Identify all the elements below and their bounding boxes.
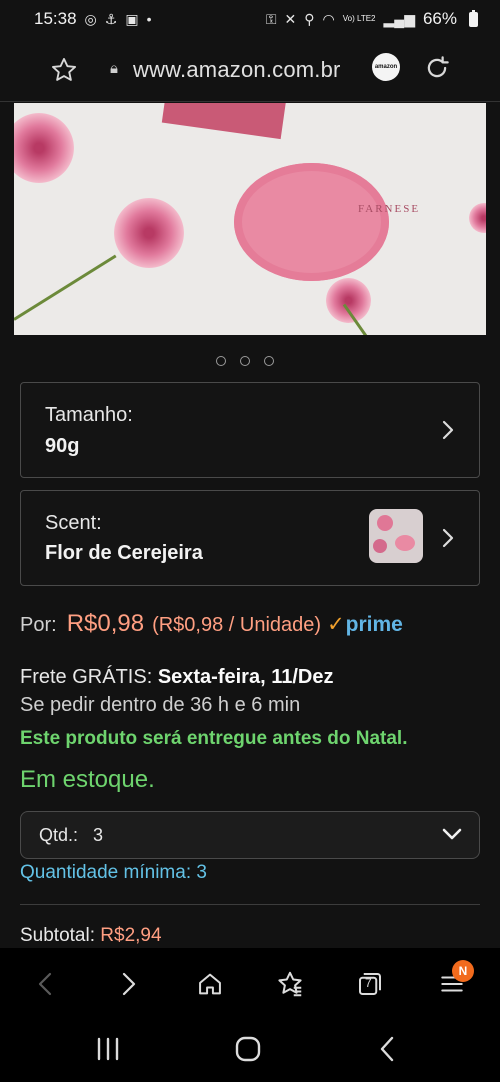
scent-label: Scent: (45, 512, 102, 534)
christmas-delivery-text: Este produto será entregue antes do Nata… (20, 728, 408, 749)
free-shipping-label: Frete GRÁTIS: (20, 666, 153, 688)
price-prefix: Por: (20, 614, 57, 636)
url-bar: 🔒︎ www.amazon.com.br amazon (0, 38, 500, 102)
system-navigation-bar (0, 1018, 500, 1082)
wifi-icon: ◠ (322, 10, 335, 27)
soap-bar: FARNESE (234, 163, 418, 281)
chevron-down-icon (441, 826, 463, 847)
chevron-right-icon (441, 527, 455, 554)
price-row: Por: R$0,98 (R$0,98 / Unidade) ✓prime (20, 610, 403, 638)
url-text[interactable]: www.amazon.com.br (133, 57, 341, 83)
carousel-dot[interactable] (216, 356, 226, 366)
scent-selector[interactable]: Scent: Flor de Cerejeira (20, 490, 480, 586)
bookmark-star-icon[interactable] (50, 56, 78, 89)
whatsapp-icon: ◎ (84, 10, 97, 27)
size-selector[interactable]: Tamanho: 90g (20, 382, 480, 478)
home-icon[interactable] (190, 964, 230, 1004)
size-value: 90g (45, 435, 80, 457)
size-label: Tamanho: (45, 404, 133, 426)
flower (114, 198, 184, 268)
chevron-right-icon (441, 419, 455, 446)
product-image[interactable]: FARNESE (14, 103, 486, 335)
prime-check-icon: ✓ (327, 613, 345, 636)
prime-label: prime (345, 613, 403, 636)
scent-thumbnail (369, 509, 423, 563)
delivery-date: Sexta-feira, 11/Dez (157, 666, 334, 688)
browser-toolbar: 7 N (0, 948, 500, 1018)
vpn-key-icon: ⚿ (265, 10, 277, 27)
notification-badge: N (452, 960, 474, 982)
more-notifications-icon: • (146, 11, 152, 27)
network-label: Vo) LTE2 (342, 14, 376, 23)
stock-status: Em estoque. (20, 766, 155, 793)
tabs-count: 7 (365, 976, 372, 990)
usb-icon: ⚓ (104, 10, 118, 27)
order-within-text: Se pedir dentro de 36 h e 6 min (20, 694, 301, 716)
flower (469, 203, 486, 233)
bookmarks-icon[interactable] (270, 964, 310, 1004)
flower-stem (14, 254, 117, 321)
recent-apps-icon[interactable] (94, 1036, 122, 1067)
soap-brand-text: FARNESE (357, 203, 421, 215)
carousel-indicator (216, 356, 274, 366)
lock-icon: 🔒︎ (110, 60, 118, 77)
carousel-dot[interactable] (264, 356, 274, 366)
status-bar: 15:38 ◎ ⚓ ▣ • ⚿ ✕ ⚲ ◠ Vo) LTE2 ▂▄▆ 66% (0, 0, 500, 38)
carousel-dot[interactable] (240, 356, 250, 366)
quantity-dropdown[interactable]: Qtd.: 3 (20, 811, 480, 859)
divider (20, 904, 480, 905)
reload-icon[interactable] (422, 53, 452, 88)
mute-icon: ✕ (284, 10, 297, 27)
forward-icon[interactable] (108, 964, 148, 1004)
amazon-extension-icon[interactable]: amazon (372, 53, 400, 81)
battery-icon (469, 9, 478, 27)
gallery-icon: ▣ (125, 10, 139, 27)
clock: 15:38 (34, 9, 77, 28)
system-back-icon[interactable] (376, 1035, 398, 1068)
flower (326, 278, 371, 323)
prime-badge: ✓prime (327, 612, 403, 637)
home-button-icon[interactable] (234, 1035, 262, 1068)
price-per-unit: (R$0,98 / Unidade) (152, 614, 322, 636)
flower (14, 113, 74, 183)
quantity-label: Qtd.: (39, 825, 79, 845)
back-icon[interactable] (26, 964, 66, 1004)
scent-value: Flor de Cerejeira (45, 542, 203, 564)
free-shipping-line: Frete GRÁTIS: Sexta-feira, 11/Dez (20, 666, 333, 689)
subtotal-amount: R$2,94 (100, 925, 162, 946)
location-icon: ⚲ (304, 10, 315, 27)
price-amount: R$0,98 (66, 610, 145, 637)
quantity-value: 3 (93, 825, 104, 845)
signal-icon: ▂▄▆ (383, 10, 415, 27)
packaging-card (161, 103, 287, 140)
subtotal: Subtotal: R$2,94 (20, 925, 162, 947)
minimum-quantity: Quantidade mínima: 3 (20, 862, 207, 883)
tabs-icon[interactable]: 7 (350, 964, 390, 1004)
subtotal-label: Subtotal: (20, 925, 95, 946)
battery-percent: 66% (422, 9, 457, 28)
